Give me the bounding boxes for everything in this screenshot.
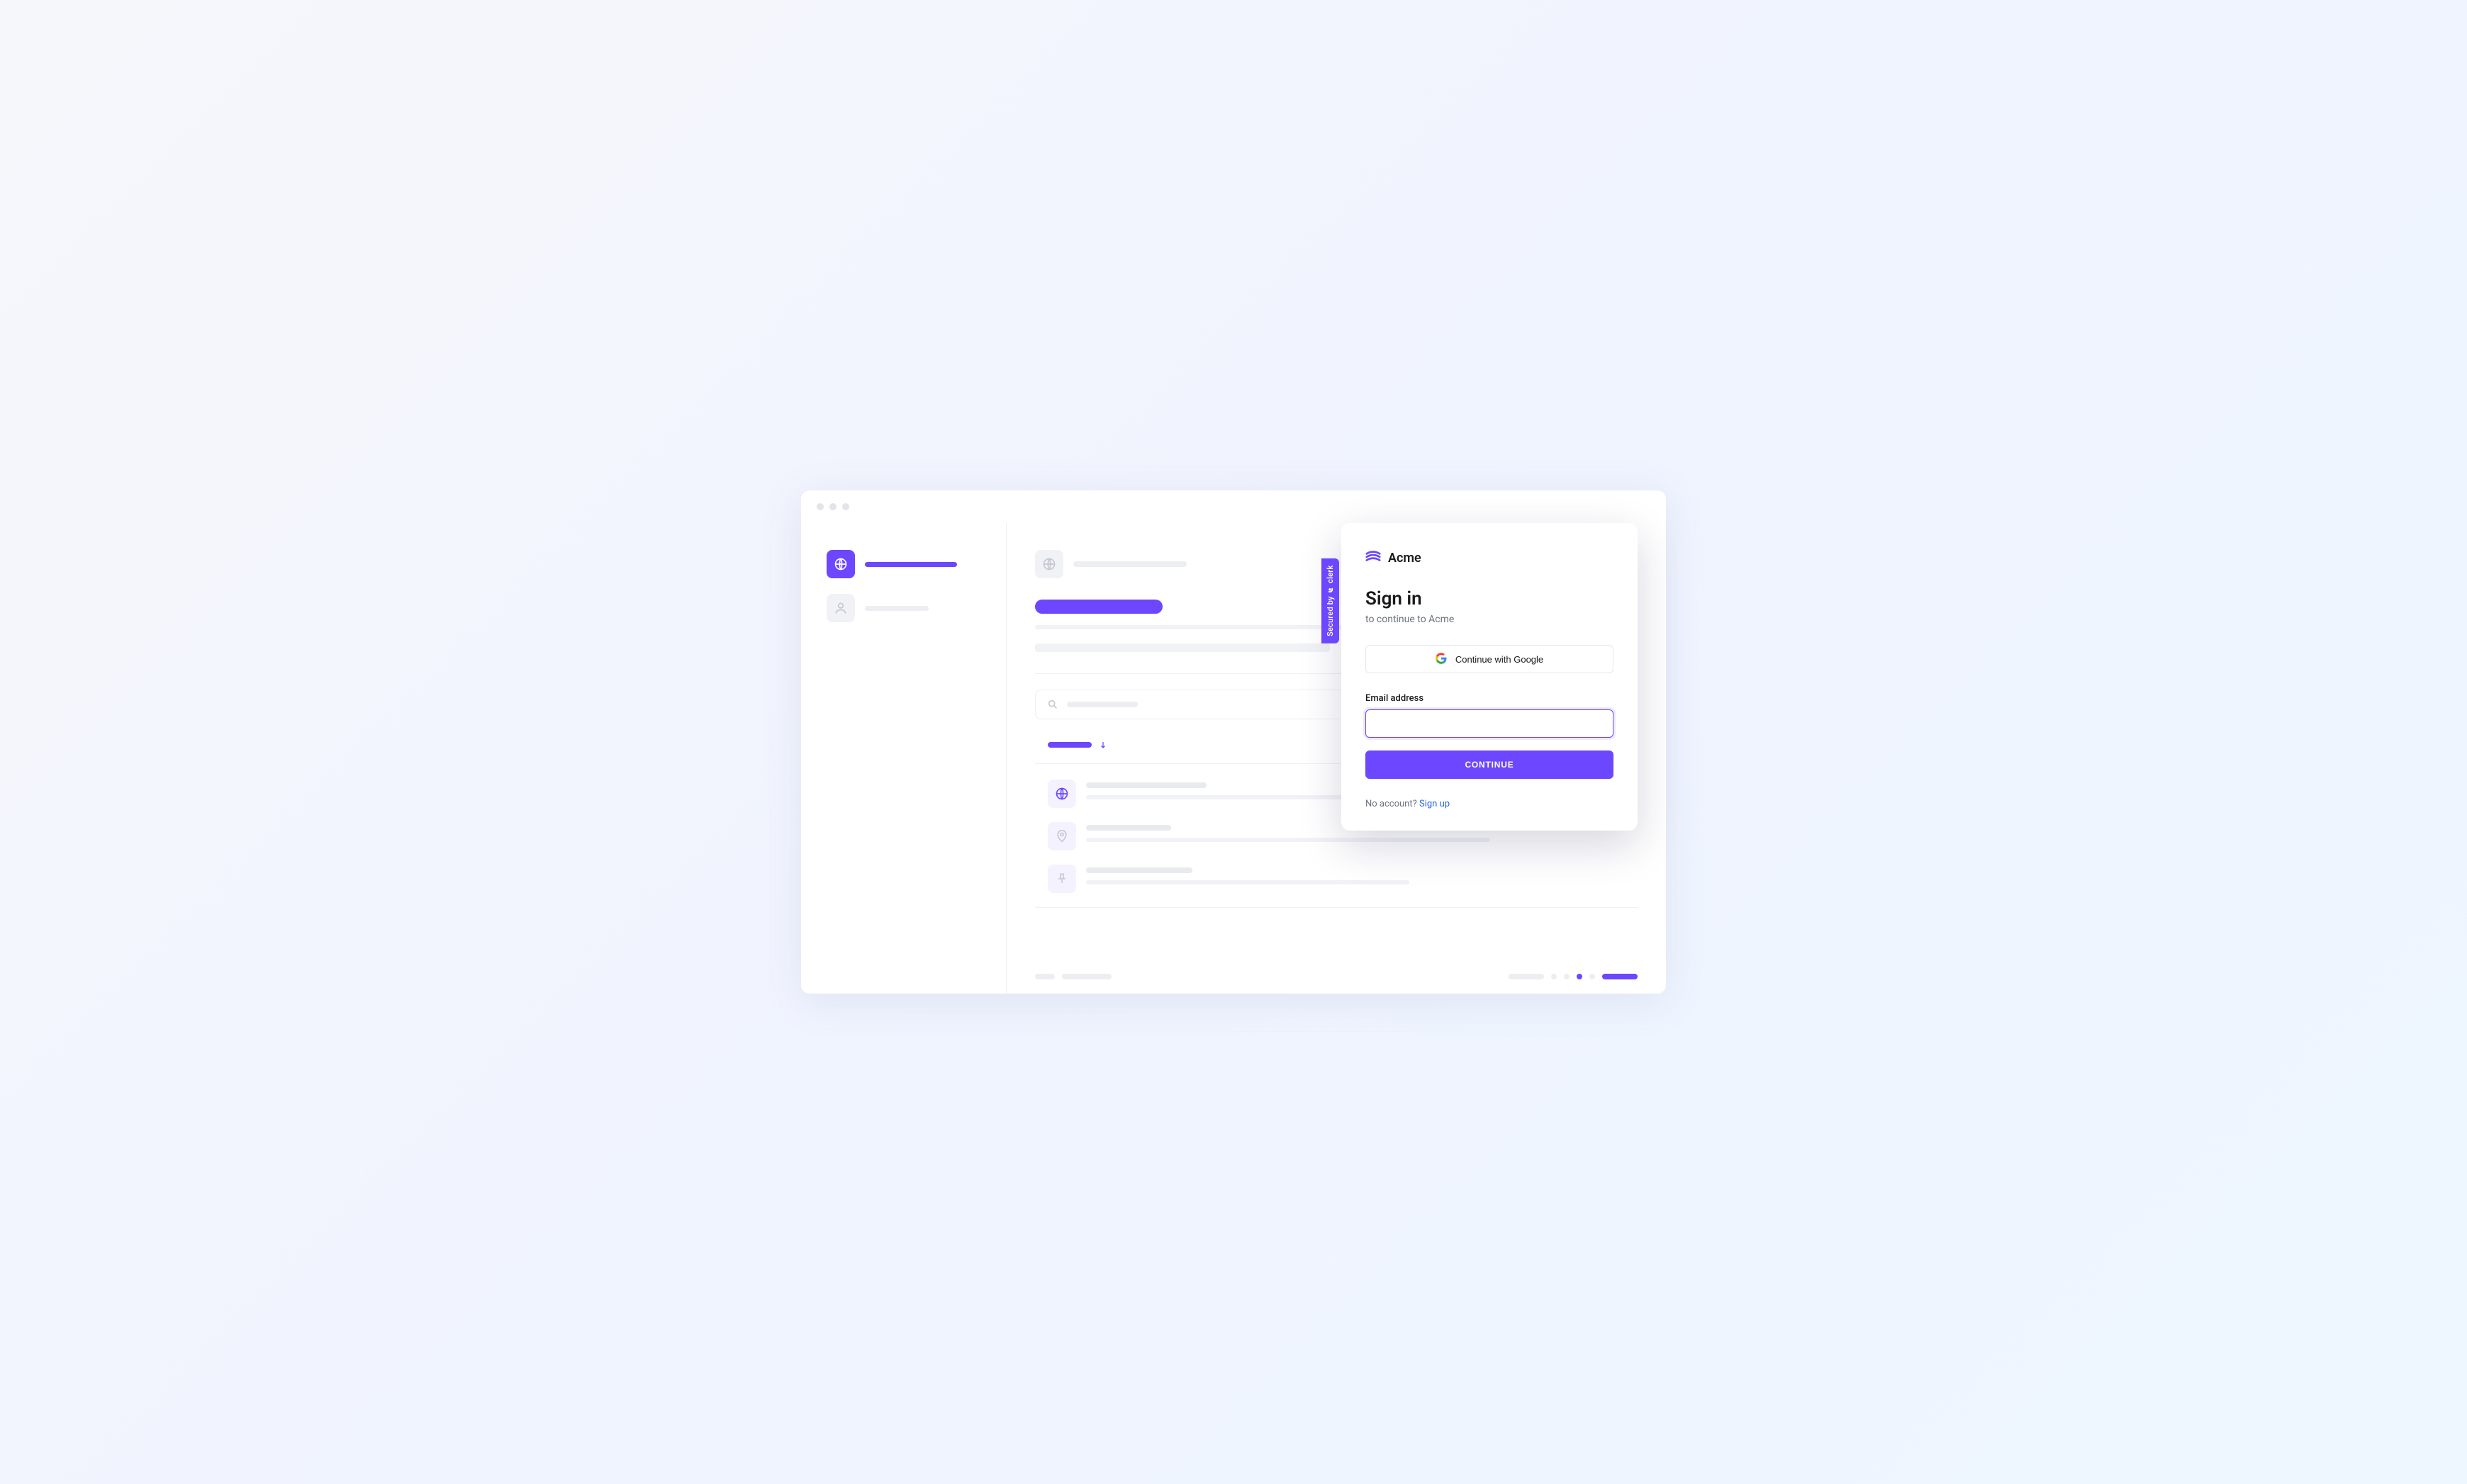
signin-subtitle: to continue to Acme (1365, 614, 1613, 625)
globe-icon (827, 550, 855, 578)
sidebar (801, 523, 1007, 994)
sidebar-label-skeleton (865, 606, 929, 611)
pagination-dot[interactable] (1564, 974, 1570, 979)
sort-label-skeleton (1048, 742, 1092, 748)
list-item[interactable] (1035, 865, 1638, 893)
brand-name: Acme (1388, 551, 1421, 566)
pagination-dot[interactable] (1577, 974, 1582, 979)
signin-title: Sign in (1365, 588, 1613, 609)
footer-skeleton (1062, 974, 1112, 979)
list-title-skeleton (1086, 867, 1192, 873)
arrow-down-icon (1099, 741, 1107, 749)
secured-by-badge[interactable]: Secured by clerk (1321, 558, 1339, 643)
google-button-label: Continue with Google (1455, 654, 1543, 665)
pagination (1509, 974, 1638, 979)
list-title-skeleton (1086, 782, 1207, 788)
no-account-text: No account? (1365, 799, 1419, 809)
list-title-skeleton (1086, 825, 1171, 831)
google-icon (1436, 653, 1447, 666)
sidebar-label-skeleton (865, 562, 957, 567)
user-icon (827, 594, 855, 622)
signin-modal: Secured by clerk Acme Sign in to continu… (1341, 523, 1638, 831)
header-title-skeleton (1073, 561, 1187, 567)
pagination-dot[interactable] (1589, 974, 1595, 979)
text-skeleton (1035, 643, 1330, 652)
continue-button[interactable]: CONTINUE (1365, 751, 1613, 779)
globe-icon (1048, 780, 1076, 808)
signup-link[interactable]: Sign up (1419, 799, 1450, 809)
acme-logo-icon (1365, 549, 1381, 567)
pagination-skeleton (1509, 974, 1544, 979)
pushpin-icon (1048, 865, 1076, 893)
list-subtitle-skeleton (1086, 880, 1409, 884)
window-control-dot[interactable] (817, 503, 824, 510)
sidebar-item-active[interactable] (827, 550, 980, 578)
pin-icon (1048, 822, 1076, 850)
signup-prompt: No account? Sign up (1365, 799, 1613, 809)
divider (1035, 907, 1638, 908)
search-placeholder-skeleton (1067, 702, 1138, 707)
sidebar-item[interactable] (827, 594, 980, 622)
window-controls (801, 490, 1666, 523)
brand: Acme (1365, 549, 1613, 567)
list-subtitle-skeleton (1086, 838, 1490, 842)
primary-action-skeleton[interactable] (1035, 600, 1163, 614)
clerk-icon (1327, 586, 1334, 593)
window-control-dot[interactable] (842, 503, 849, 510)
footer (1035, 974, 1638, 979)
pagination-next[interactable] (1602, 974, 1638, 979)
globe-icon (1035, 550, 1063, 578)
browser-window: Secured by clerk Acme Sign in to continu… (801, 490, 1666, 994)
continue-with-google-button[interactable]: Continue with Google (1365, 645, 1613, 673)
email-input[interactable] (1365, 709, 1613, 738)
secured-brand: clerk (1326, 566, 1335, 583)
pagination-dot[interactable] (1551, 974, 1557, 979)
search-icon (1047, 699, 1058, 710)
secured-by-label: Secured by (1326, 596, 1335, 636)
email-label: Email address (1365, 693, 1613, 704)
window-control-dot[interactable] (829, 503, 837, 510)
footer-skeleton (1035, 974, 1055, 979)
